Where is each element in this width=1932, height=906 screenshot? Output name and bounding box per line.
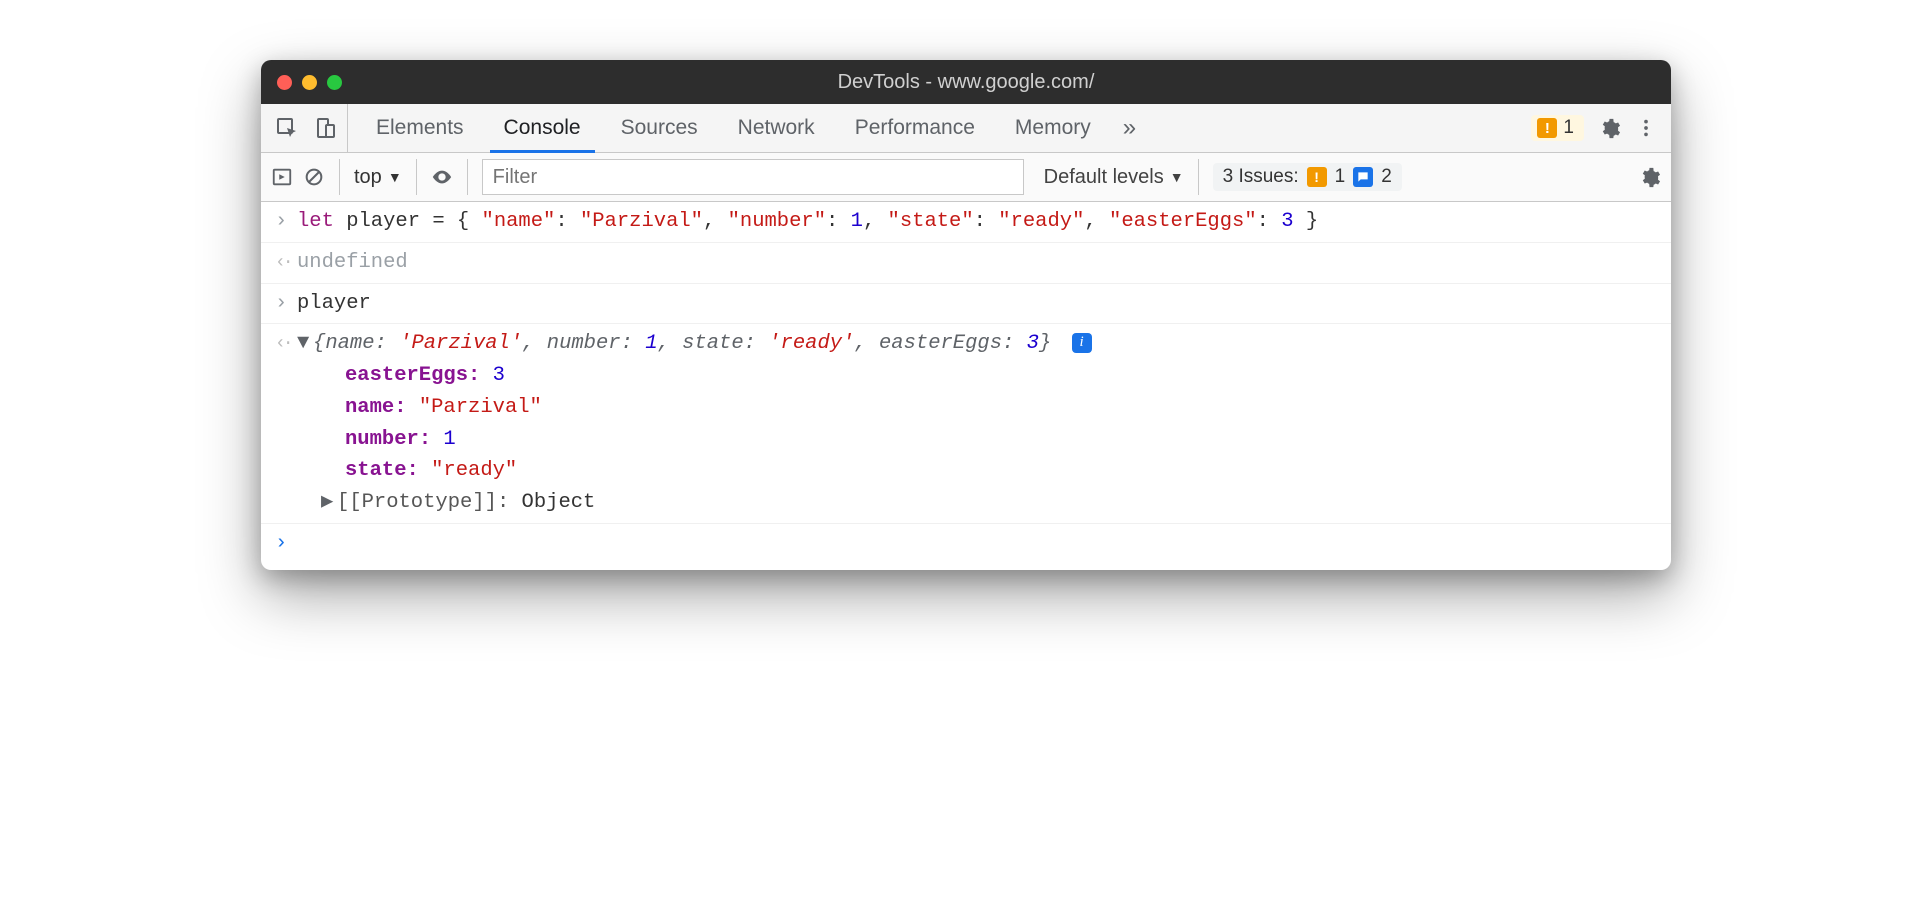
tabs-overflow[interactable]: »: [1111, 104, 1148, 152]
tab-performance[interactable]: Performance: [835, 104, 995, 152]
kebab-menu-icon[interactable]: [1635, 117, 1657, 139]
tab-sources[interactable]: Sources: [601, 104, 718, 152]
console-input-row[interactable]: player: [261, 284, 1671, 325]
log-levels-selector[interactable]: Default levels ▼: [1034, 166, 1184, 189]
tab-network[interactable]: Network: [718, 104, 835, 152]
output-prompt-icon: [275, 247, 297, 279]
tab-console[interactable]: Console: [484, 104, 601, 152]
warn-badge-count: 1: [1563, 117, 1574, 139]
inspect-element-icon[interactable]: [275, 116, 299, 140]
live-expression-eye-icon[interactable]: [431, 166, 453, 188]
context-selector[interactable]: top ▼: [354, 166, 402, 189]
console-settings-gear-icon[interactable]: [1638, 166, 1661, 189]
object-property-row[interactable]: name: "Parzival": [321, 392, 1657, 424]
console-input-row[interactable]: let player = { "name": "Parzival", "numb…: [261, 202, 1671, 243]
object-property-row[interactable]: state: "ready": [321, 455, 1657, 487]
warning-icon: !: [1307, 167, 1327, 187]
input-prompt-icon: [275, 288, 297, 320]
object-property-row[interactable]: easterEggs: 3: [321, 360, 1657, 392]
tab-elements[interactable]: Elements: [356, 104, 484, 152]
issues-badge[interactable]: 3 Issues: ! 1 2: [1213, 163, 1402, 191]
info-icon: [1353, 167, 1373, 187]
devtools-tabs: Elements Console Sources Network Perform…: [261, 104, 1671, 153]
object-summary-line[interactable]: ▼{name: 'Parzival', number: 1, state: 'r…: [297, 328, 1657, 360]
device-toolbar-icon[interactable]: [313, 116, 337, 140]
console-output-row: undefined: [261, 243, 1671, 284]
console-active-prompt[interactable]: [261, 524, 1671, 564]
input-prompt-icon: [275, 528, 297, 560]
window-title: DevTools - www.google.com/: [261, 71, 1671, 94]
console-toolbar: top ▼ Default levels ▼ 3 Issues: ! 1: [261, 153, 1671, 202]
object-info-icon[interactable]: i: [1072, 333, 1092, 353]
disclosure-triangle-open-icon[interactable]: ▼: [297, 328, 313, 360]
clear-console-icon[interactable]: [303, 166, 325, 188]
zoom-window-button[interactable]: [327, 75, 342, 90]
prototype-row[interactable]: ▶[[Prototype]]: Object: [297, 487, 1657, 519]
settings-gear-icon[interactable]: [1598, 117, 1621, 140]
console-filter-input[interactable]: [482, 159, 1024, 195]
window-controls: [261, 75, 342, 90]
chevron-down-icon: ▼: [388, 169, 402, 185]
chevron-down-icon: ▼: [1170, 169, 1184, 185]
console-warn-badge[interactable]: ! 1: [1531, 115, 1584, 141]
tab-memory[interactable]: Memory: [995, 104, 1111, 152]
disclosure-triangle-closed-icon[interactable]: ▶: [321, 487, 337, 519]
minimize-window-button[interactable]: [302, 75, 317, 90]
output-prompt-icon: [275, 328, 297, 360]
object-property-row[interactable]: number: 1: [321, 424, 1657, 456]
close-window-button[interactable]: [277, 75, 292, 90]
devtools-window: DevTools - www.google.com/ Eleme: [261, 60, 1671, 570]
toggle-drawer-icon[interactable]: [271, 166, 293, 188]
input-prompt-icon: [275, 206, 297, 238]
console-output-row: ▼{name: 'Parzival', number: 1, state: 'r…: [261, 324, 1671, 524]
console-output: let player = { "name": "Parzival", "numb…: [261, 202, 1671, 570]
titlebar: DevTools - www.google.com/: [261, 60, 1671, 104]
